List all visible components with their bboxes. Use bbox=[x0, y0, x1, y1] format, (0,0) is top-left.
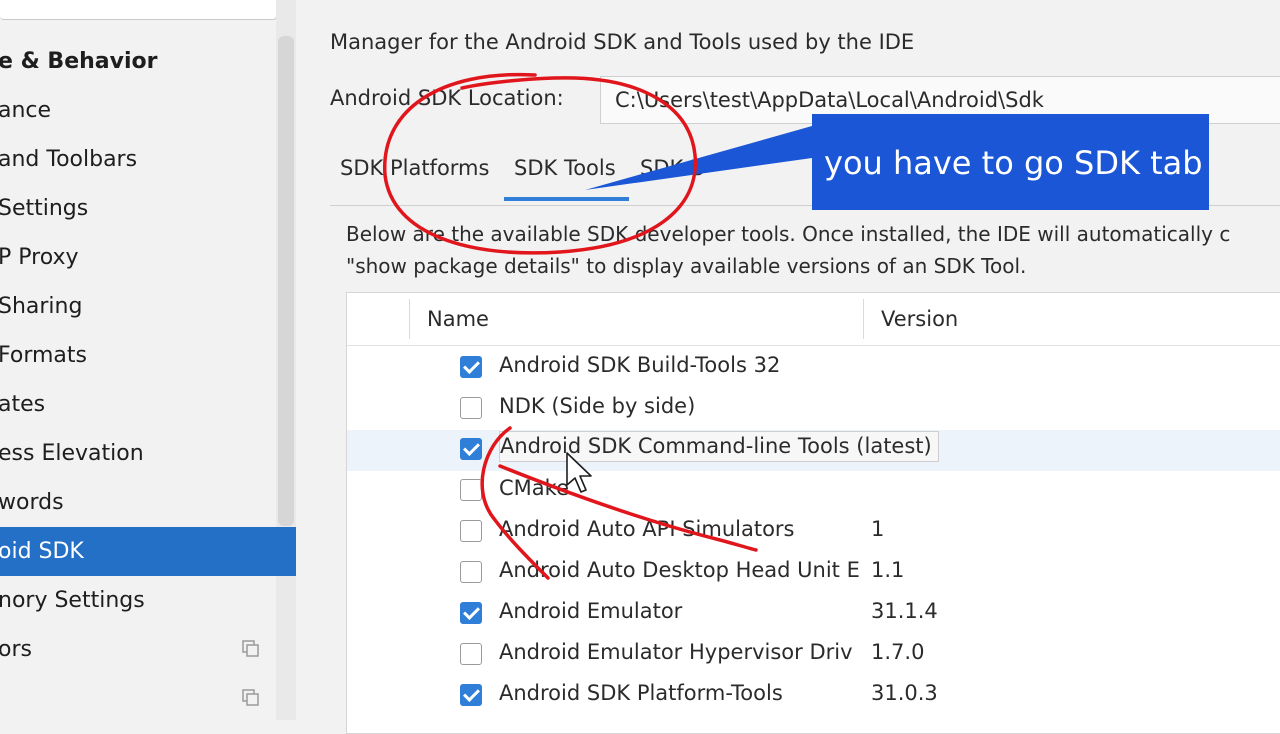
sidebar-item-label: and Toolbars bbox=[0, 147, 138, 172]
row-name: Android Emulator bbox=[499, 599, 683, 623]
mouse-cursor-icon bbox=[566, 452, 592, 493]
table-row[interactable]: Android Emulator Hypervisor Driv 1.7.0 bbox=[347, 635, 1280, 676]
tools-description-line2: "show package details" to display availa… bbox=[346, 254, 1027, 278]
tab-sdk-tools[interactable]: SDK Tools bbox=[514, 156, 616, 180]
sidebar-item-label: ance bbox=[0, 98, 52, 123]
row-name: Android SDK Platform-Tools bbox=[499, 681, 783, 705]
sidebar-item-menus-toolbars[interactable]: and Toolbars bbox=[0, 135, 296, 184]
table-row[interactable]: Android Auto Desktop Head Unit E 1.1 bbox=[347, 553, 1280, 594]
row-name-tooltip: Android SDK Command-line Tools (latest) bbox=[499, 431, 939, 462]
table-row[interactable]: Android Auto API Simulators 1 bbox=[347, 512, 1280, 553]
table-row[interactable]: Android SDK Build-Tools 32 bbox=[347, 348, 1280, 389]
sdk-location-value: C:\Users\test\AppData\Local\Android\Sdk bbox=[615, 88, 1044, 112]
sidebar-item-label: e & Behavior bbox=[0, 49, 158, 74]
column-divider[interactable] bbox=[863, 299, 864, 339]
copy-settings-icon bbox=[242, 689, 259, 706]
sidebar-item-editors[interactable]: ors bbox=[0, 625, 296, 674]
table-header: Name Version bbox=[347, 293, 1280, 346]
sidebar-item-updates[interactable]: ates bbox=[0, 380, 296, 429]
row-checkbox[interactable] bbox=[460, 479, 482, 501]
table-row[interactable]: CMake bbox=[347, 471, 1280, 512]
row-name: CMake bbox=[499, 476, 569, 500]
active-tab-indicator bbox=[504, 197, 629, 201]
row-checkbox[interactable] bbox=[460, 520, 482, 542]
row-checkbox[interactable] bbox=[460, 684, 482, 706]
sidebar-item-label: nory Settings bbox=[0, 588, 145, 613]
row-checkbox[interactable] bbox=[460, 602, 482, 624]
table-row[interactable]: Android SDK Platform-Tools 31.0.3 bbox=[347, 676, 1280, 717]
sidebar-item-date-formats[interactable]: Formats bbox=[0, 331, 296, 380]
sdk-location-label: Android SDK Location: bbox=[330, 86, 564, 110]
sidebar-item-http-proxy[interactable]: P Proxy bbox=[0, 233, 296, 282]
row-version: 1 bbox=[871, 517, 885, 541]
sidebar-item-memory-settings[interactable]: nory Settings bbox=[0, 576, 296, 625]
copy-settings-icon bbox=[242, 640, 259, 657]
sidebar-item-label: Settings bbox=[0, 196, 89, 221]
callout-text: you have to go SDK tab bbox=[824, 144, 1203, 182]
sidebar-item-label: Formats bbox=[0, 343, 87, 368]
tab-sdk-platforms[interactable]: SDK Platforms bbox=[340, 156, 489, 180]
sdk-manager-panel: Manager for the Android SDK and Tools us… bbox=[296, 0, 1280, 734]
sidebar-item-label: oid SDK bbox=[0, 539, 84, 564]
sidebar-heading-appearance-behavior[interactable]: e & Behavior bbox=[0, 37, 296, 86]
sidebar-item-data-sharing[interactable]: Sharing bbox=[0, 282, 296, 331]
sidebar-item-label: ates bbox=[0, 392, 46, 417]
sidebar-item-label: ors bbox=[0, 637, 32, 662]
sidebar-item-system-settings[interactable]: Settings bbox=[0, 184, 296, 233]
sidebar-item-passwords[interactable]: words bbox=[0, 478, 296, 527]
row-checkbox[interactable] bbox=[460, 561, 482, 583]
row-checkbox[interactable] bbox=[460, 438, 482, 460]
sdk-tools-table: Name Version Android SDK Build-Tools 32 … bbox=[346, 292, 1280, 734]
tutorial-callout: you have to go SDK tab bbox=[812, 114, 1209, 210]
sidebar-item-android-sdk[interactable]: oid SDK bbox=[0, 527, 296, 576]
row-name: Android Auto Desktop Head Unit E bbox=[499, 558, 860, 582]
table-row[interactable]: Android SDK Command-line Tools (latest) bbox=[347, 430, 1280, 471]
row-checkbox[interactable] bbox=[460, 356, 482, 378]
row-name: Android Emulator Hypervisor Driv bbox=[499, 640, 853, 664]
tab-sdk-update-sites[interactable]: SDK U bbox=[640, 156, 705, 180]
table-row[interactable]: NDK (Side by side) bbox=[347, 389, 1280, 430]
tools-description-line1: Below are the available SDK developer to… bbox=[346, 222, 1231, 246]
row-version: 1.1 bbox=[871, 558, 905, 582]
sidebar-item-label: Sharing bbox=[0, 294, 83, 319]
row-name: NDK (Side by side) bbox=[499, 394, 696, 418]
table-row[interactable]: Android Emulator 31.1.4 bbox=[347, 594, 1280, 635]
sidebar-item-process-elevation[interactable]: ess Elevation bbox=[0, 429, 296, 478]
column-header-name[interactable]: Name bbox=[427, 307, 489, 331]
row-version: 31.1.4 bbox=[871, 599, 938, 623]
column-divider[interactable] bbox=[409, 299, 410, 339]
column-header-version[interactable]: Version bbox=[881, 307, 958, 331]
sidebar-item-label: words bbox=[0, 490, 64, 515]
settings-sidebar: e & Behavior ance and Toolbars Settings … bbox=[0, 0, 296, 720]
sidebar-item-appearance[interactable]: ance bbox=[0, 86, 296, 135]
row-name: Android SDK Build-Tools 32 bbox=[499, 353, 781, 377]
row-version: 31.0.3 bbox=[871, 681, 938, 705]
settings-search-input[interactable] bbox=[0, 0, 277, 20]
panel-description: Manager for the Android SDK and Tools us… bbox=[330, 30, 915, 54]
row-checkbox[interactable] bbox=[460, 643, 482, 665]
row-version: 1.7.0 bbox=[871, 640, 925, 664]
row-checkbox[interactable] bbox=[460, 397, 482, 419]
sidebar-item-next[interactable] bbox=[0, 674, 296, 723]
row-name: Android Auto API Simulators bbox=[499, 517, 795, 541]
sidebar-item-label: ess Elevation bbox=[0, 441, 144, 466]
sidebar-item-label: P Proxy bbox=[0, 245, 79, 270]
